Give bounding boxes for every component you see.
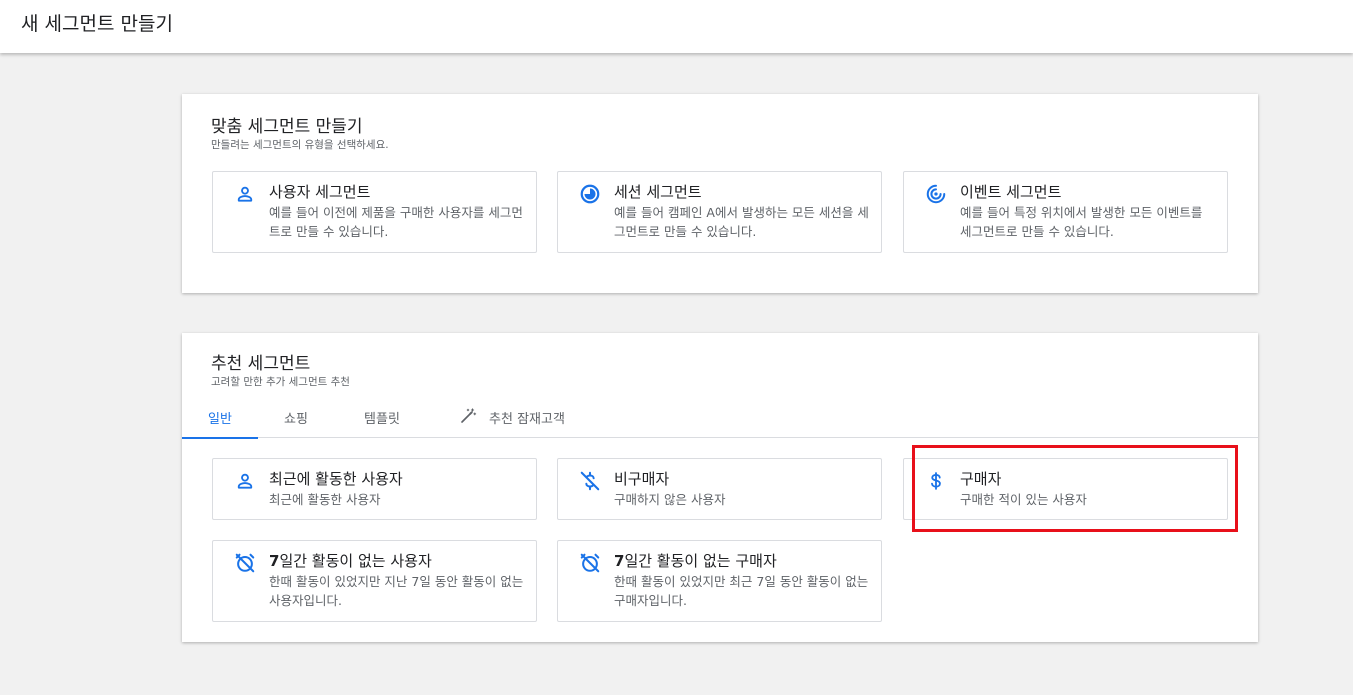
tile-title: 사용자 세그먼트 <box>269 183 371 201</box>
person-icon <box>234 183 256 205</box>
tile-title-text: 일간 활동이 없는 사용자 <box>279 552 432 570</box>
tile-title: 비구매자 <box>614 470 670 488</box>
custom-segment-card: 맞춤 세그먼트 만들기 만들려는 세그먼트의 유형을 선택하세요. 사용자 세그… <box>182 94 1258 293</box>
non-purchasers-tile[interactable]: 비구매자 구매하지 않은 사용자 <box>557 458 882 520</box>
tab-templates[interactable]: 템플릿 <box>342 397 422 438</box>
tile-description: 예를 들어 캠페인 A에서 발생하는 모든 세션을 세그먼트로 만들 수 있습니… <box>614 205 869 239</box>
tab-recommended-audiences[interactable]: 추천 잠재고객 <box>444 397 580 438</box>
alarm-off-icon <box>579 552 601 574</box>
session-icon <box>579 183 601 205</box>
purchasers-tile[interactable]: 구매자 구매한 적이 있는 사용자 <box>903 458 1228 520</box>
user-segment-tile[interactable]: 사용자 세그먼트 예를 들어 이전에 제품을 구매한 사용자를 세그먼트로 만들… <box>212 171 537 253</box>
tab-shopping[interactable]: 쇼핑 <box>258 397 334 438</box>
tab-label: 추천 잠재고객 <box>489 412 565 427</box>
person-icon <box>234 470 256 492</box>
magic-wand-icon <box>459 407 477 429</box>
inactive-7day-users-tile[interactable]: 7일간 활동이 없는 사용자 한때 활동이 있었지만 지난 7일 동안 활동이 … <box>212 540 537 622</box>
page-title: 새 세그먼트 만들기 <box>21 13 173 35</box>
tile-title: 세션 세그먼트 <box>614 183 702 201</box>
inactive-7day-purchasers-tile[interactable]: 7일간 활동이 없는 구매자 한때 활동이 있었지만 최근 7일 동안 활동이 … <box>557 540 882 622</box>
top-app-bar: 새 세그먼트 만들기 <box>0 0 1353 53</box>
tile-title: 최근에 활동한 사용자 <box>269 470 403 488</box>
tile-title: 구매자 <box>960 470 1002 488</box>
alarm-off-icon <box>234 552 256 574</box>
event-segment-tile[interactable]: 이벤트 세그먼트 예를 들어 특정 위치에서 발생한 모든 이벤트를 세그먼트로… <box>903 171 1228 253</box>
suggested-segments-card: 추천 세그먼트 고려할 만한 추가 세그먼트 추천 일반 쇼핑 템플릿 추천 잠… <box>182 333 1258 642</box>
tile-description: 구매하지 않은 사용자 <box>614 492 726 507</box>
dollar-icon <box>925 470 947 492</box>
tile-title: 7일간 활동이 없는 사용자 <box>269 550 432 571</box>
tile-title: 7일간 활동이 없는 구매자 <box>614 550 777 571</box>
tile-title-number: 7 <box>269 552 280 570</box>
event-icon <box>925 183 947 205</box>
tile-title: 이벤트 세그먼트 <box>960 183 1062 201</box>
tile-description: 한때 활동이 있었지만 지난 7일 동안 활동이 없는 사용자입니다. <box>269 574 524 608</box>
tile-description: 한때 활동이 있었지만 최근 7일 동안 활동이 없는 구매자입니다. <box>614 574 869 608</box>
tile-description: 예를 들어 이전에 제품을 구매한 사용자를 세그먼트로 만들 수 있습니다. <box>269 205 523 239</box>
suggested-segments-subtitle: 고려할 만한 추가 세그먼트 추천 <box>211 376 350 388</box>
tile-title-text: 일간 활동이 없는 구매자 <box>624 552 777 570</box>
suggested-segments-title: 추천 세그먼트 <box>211 354 311 374</box>
no-money-icon <box>579 470 601 492</box>
custom-segment-title: 맞춤 세그먼트 만들기 <box>211 117 363 137</box>
recently-active-users-tile[interactable]: 최근에 활동한 사용자 최근에 활동한 사용자 <box>212 458 537 520</box>
tile-description: 최근에 활동한 사용자 <box>269 492 381 507</box>
custom-segment-subtitle: 만들려는 세그먼트의 유형을 선택하세요. <box>211 139 389 151</box>
tile-title-number: 7 <box>614 552 625 570</box>
session-segment-tile[interactable]: 세션 세그먼트 예를 들어 캠페인 A에서 발생하는 모든 세션을 세그먼트로 … <box>557 171 882 253</box>
tile-description: 예를 들어 특정 위치에서 발생한 모든 이벤트를 세그먼트로 만들 수 있습니… <box>960 205 1203 239</box>
tab-general[interactable]: 일반 <box>182 397 258 439</box>
tile-description: 구매한 적이 있는 사용자 <box>960 492 1087 507</box>
segment-tabs: 일반 쇼핑 템플릿 추천 잠재고객 <box>182 397 1258 439</box>
